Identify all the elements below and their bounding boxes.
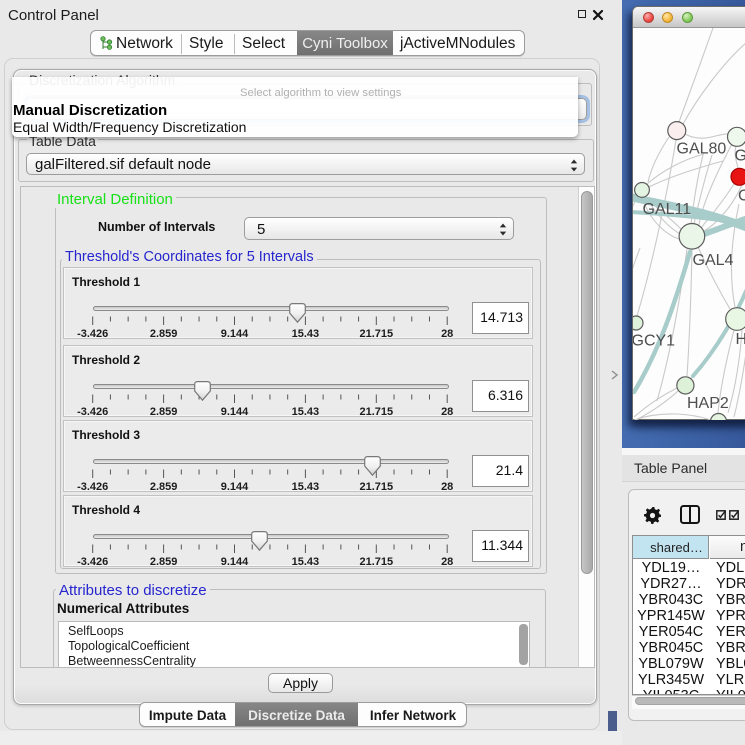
svg-text:HAP2: HAP2 xyxy=(687,395,729,412)
svg-text:C: C xyxy=(738,188,745,205)
svg-text:H: H xyxy=(736,331,745,348)
svg-text:GAL11: GAL11 xyxy=(643,201,692,218)
svg-text:GCY1: GCY1 xyxy=(633,333,675,350)
svg-text:GAL80: GAL80 xyxy=(677,141,727,158)
svg-text:GAL4: GAL4 xyxy=(693,252,734,269)
svg-text:GA: GA xyxy=(735,148,745,165)
